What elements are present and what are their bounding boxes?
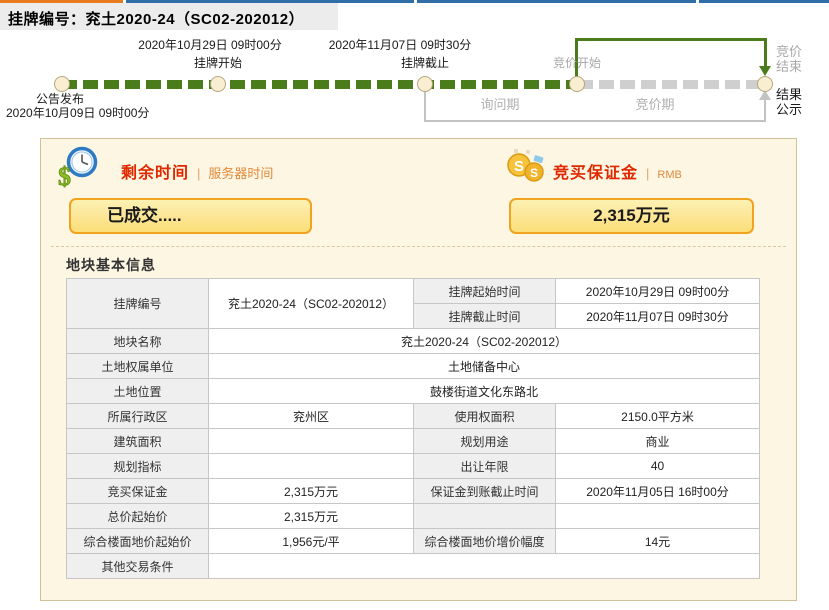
table-row: 竞买保证金 2,315万元 保证金到账截止时间 2020年11月05日 16时0… bbox=[67, 479, 760, 504]
start-time-label: 挂牌起始时间 bbox=[414, 279, 556, 304]
total-start-price-label: 总价起始价 bbox=[67, 504, 209, 529]
node-bidding-start bbox=[569, 76, 585, 92]
table-row: 地块名称 兖土2020-24（SC02-202012） bbox=[67, 329, 760, 354]
remaining-time-header: 剩余时间 | 服务器时间 bbox=[121, 159, 273, 183]
listing-start-label: 挂牌开始 bbox=[168, 54, 268, 71]
deposit-value: 2,315万元 bbox=[209, 479, 414, 504]
listing-no-value: 兖土2020-24（SC02-202012） bbox=[209, 279, 414, 329]
money-bags-icon: S S bbox=[504, 146, 548, 195]
svg-text:$: $ bbox=[58, 162, 71, 189]
table-row: 综合楼面地价起始价 1,956元/平 综合楼面地价增价幅度 14元 bbox=[67, 529, 760, 554]
green-arrow-right-segment bbox=[764, 41, 767, 67]
building-area-label: 建筑面积 bbox=[67, 429, 209, 454]
node-listing-end bbox=[417, 76, 433, 92]
table-row: 所属行政区 兖州区 使用权面积 2150.0平方米 bbox=[67, 404, 760, 429]
deposit-label: 竞买保证金 bbox=[67, 479, 209, 504]
gray-bracket-right-segment bbox=[764, 100, 766, 122]
district-value: 兖州区 bbox=[209, 404, 414, 429]
planned-use-label: 规划用途 bbox=[414, 429, 556, 454]
table-row: 规划指标 出让年限 40 bbox=[67, 454, 760, 479]
svg-text:S: S bbox=[530, 166, 538, 180]
location-label: 土地位置 bbox=[67, 379, 209, 404]
building-area-value bbox=[209, 429, 414, 454]
table-row: 总价起始价 2,315万元 bbox=[67, 504, 760, 529]
tenure-label: 出让年限 bbox=[414, 454, 556, 479]
table-row: 挂牌编号 兖土2020-24（SC02-202012） 挂牌起始时间 2020年… bbox=[67, 279, 760, 304]
deposit-deadline-label: 保证金到账截止时间 bbox=[414, 479, 556, 504]
page-title: 挂牌编号：兖土2020-24（SC02-202012） bbox=[8, 8, 304, 29]
server-time-label: 服务器时间 bbox=[208, 163, 273, 182]
total-start-price-value: 2,315万元 bbox=[209, 504, 414, 529]
district-label: 所属行政区 bbox=[67, 404, 209, 429]
planning-index-value bbox=[209, 454, 414, 479]
gray-bracket-bottom-segment bbox=[424, 120, 766, 122]
owner-unit-value: 土地储备中心 bbox=[209, 354, 760, 379]
remaining-time-title: 剩余时间 bbox=[121, 159, 189, 183]
parcel-info-heading: 地块基本信息 bbox=[66, 255, 156, 275]
listing-start-date: 2020年10月29日 09时00分 bbox=[110, 36, 310, 53]
green-arrowhead-icon bbox=[759, 66, 771, 76]
owner-unit-label: 土地权属单位 bbox=[67, 354, 209, 379]
area-value: 2150.0平方米 bbox=[556, 404, 760, 429]
page: 挂牌编号：兖土2020-24（SC02-202012） 公告发布 2020年10… bbox=[0, 0, 829, 610]
empty-value-cell bbox=[556, 504, 760, 529]
listing-no-label: 挂牌编号 bbox=[67, 279, 209, 329]
svg-text:S: S bbox=[514, 158, 524, 175]
location-value: 鼓楼街道文化东路北 bbox=[209, 379, 760, 404]
table-row: 土地位置 鼓楼街道文化东路北 bbox=[67, 379, 760, 404]
currency-label: RMB bbox=[657, 169, 681, 181]
listing-end-label: 挂牌截止 bbox=[375, 54, 475, 71]
timeline-progress-green bbox=[62, 80, 578, 89]
bidding-end-label: 竞价结束 bbox=[776, 44, 806, 74]
auction-timeline: 公告发布 2020年10月09日 09时00分 2020年10月29日 09时0… bbox=[0, 30, 829, 138]
green-arrow-top-segment bbox=[575, 38, 767, 41]
gray-bracket-left-segment bbox=[424, 92, 426, 122]
deposit-title: 竞买保证金 bbox=[553, 159, 638, 183]
timeline-progress-gray bbox=[578, 80, 765, 89]
parcel-name-label: 地块名称 bbox=[67, 329, 209, 354]
node-bidding-end bbox=[757, 76, 773, 92]
planning-index-label: 规划指标 bbox=[67, 454, 209, 479]
area-label: 使用权面积 bbox=[414, 404, 556, 429]
table-row: 其他交易条件 bbox=[67, 554, 760, 579]
status-panel: $ 剩余时间 | 服务器时间 S S 竞买保证金 | RMB 已成交..... bbox=[40, 138, 797, 601]
deposit-amount-box: 2,315万元 bbox=[509, 198, 754, 234]
planned-use-value: 商业 bbox=[556, 429, 760, 454]
end-time-label: 挂牌截止时间 bbox=[414, 304, 556, 329]
empty-label-cell bbox=[414, 504, 556, 529]
clock-dollar-icon: $ bbox=[56, 145, 100, 194]
other-conditions-label: 其他交易条件 bbox=[67, 554, 209, 579]
floor-price-start-value: 1,956元/平 bbox=[209, 529, 414, 554]
table-row: 土地权属单位 土地储备中心 bbox=[67, 354, 760, 379]
header-separator: | bbox=[646, 166, 649, 181]
node-listing-start bbox=[210, 76, 226, 92]
floor-price-increment-value: 14元 bbox=[556, 529, 760, 554]
result-label: 结果公示 bbox=[776, 87, 806, 117]
floor-price-start-label: 综合楼面地价起始价 bbox=[67, 529, 209, 554]
inquiry-phase-label: 询问期 bbox=[455, 94, 545, 113]
floor-price-increment-label: 综合楼面地价增价幅度 bbox=[414, 529, 556, 554]
table-row: 建筑面积 规划用途 商业 bbox=[67, 429, 760, 454]
header-separator: | bbox=[197, 166, 200, 181]
parcel-name-value: 兖土2020-24（SC02-202012） bbox=[209, 329, 760, 354]
deal-status-box: 已成交..... bbox=[69, 198, 312, 234]
bidding-phase-label: 竞价期 bbox=[610, 94, 700, 113]
tenure-value: 40 bbox=[556, 454, 760, 479]
deposit-deadline-value: 2020年11月05日 16时00分 bbox=[556, 479, 760, 504]
other-conditions-value bbox=[209, 554, 760, 579]
bidding-start-label: 竞价开始 bbox=[527, 54, 627, 71]
parcel-info-table: 挂牌编号 兖土2020-24（SC02-202012） 挂牌起始时间 2020年… bbox=[66, 278, 760, 579]
announce-date: 2020年10月09日 09时00分 bbox=[6, 104, 149, 121]
deposit-header: 竞买保证金 | RMB bbox=[553, 159, 682, 183]
start-time-value: 2020年10月29日 09时00分 bbox=[556, 279, 760, 304]
listing-end-date: 2020年11月07日 09时30分 bbox=[300, 36, 500, 53]
end-time-value: 2020年11月07日 09时30分 bbox=[556, 304, 760, 329]
dashed-divider bbox=[51, 246, 786, 247]
